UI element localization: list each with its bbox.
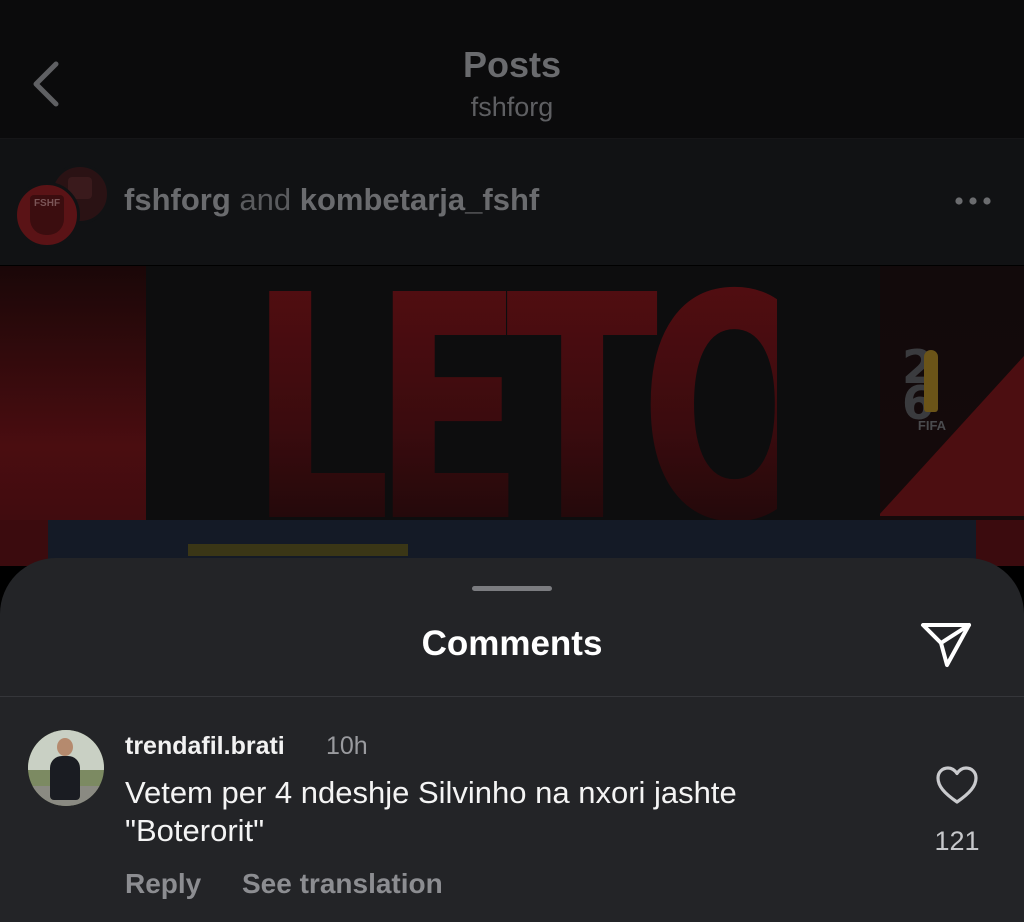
page-subtitle: fshforg	[470, 92, 554, 122]
banner-corner-right	[976, 520, 1024, 566]
heart-outline-icon	[936, 766, 978, 804]
like-button[interactable]	[934, 764, 980, 806]
see-translation-button[interactable]: See translation	[242, 868, 443, 900]
top-nav-bar: Posts fshforg	[0, 0, 1024, 139]
avatar-head	[57, 738, 73, 756]
author-secondary-link[interactable]: kombetarja_fshf	[300, 182, 539, 217]
comment-time: 10h	[326, 732, 368, 760]
avatar-primary: FSHF	[14, 182, 80, 248]
comment-text-line-2: "Boterorit"	[125, 813, 265, 848]
comment-username[interactable]: trendafil.brati	[125, 732, 285, 761]
post-authors: fshforg and kombetarja_fshf	[124, 182, 539, 218]
page-title: Posts	[462, 44, 562, 85]
photo-detail	[188, 544, 408, 556]
comment-text-line-1: Vetem per 4 ndeshje Silvinho na nxori ja…	[125, 775, 737, 810]
sheet-drag-handle[interactable]	[472, 586, 552, 591]
author-joiner: and	[239, 182, 292, 217]
collab-avatars[interactable]: FSHF	[14, 160, 110, 248]
badge-text: FSHF	[33, 198, 61, 209]
author-primary-link[interactable]: fshforg	[124, 182, 231, 217]
comment-text: Vetem per 4 ndeshje Silvinho na nxori ja…	[125, 774, 885, 850]
trophy-icon	[924, 350, 938, 412]
comments-title: Comments	[421, 624, 603, 663]
reply-button[interactable]: Reply	[125, 868, 201, 900]
banner-headline-block: LETONI	[146, 266, 1024, 566]
ellipsis-icon	[955, 197, 991, 205]
world-cup-logo: 2 6 FIFA	[900, 340, 970, 440]
comments-sheet: Comments trendafil.brati 10h Vetem per 4…	[0, 558, 1024, 922]
share-button[interactable]	[918, 618, 974, 670]
avatar-figure	[50, 756, 80, 800]
sheet-divider	[0, 696, 1024, 697]
like-count: 121	[934, 826, 980, 856]
send-icon	[921, 623, 971, 667]
logo-text: FIFA	[917, 418, 947, 433]
fshf-badge-icon: FSHF	[30, 195, 64, 235]
comment-avatar[interactable]	[28, 730, 104, 806]
more-options-button[interactable]	[950, 184, 996, 218]
